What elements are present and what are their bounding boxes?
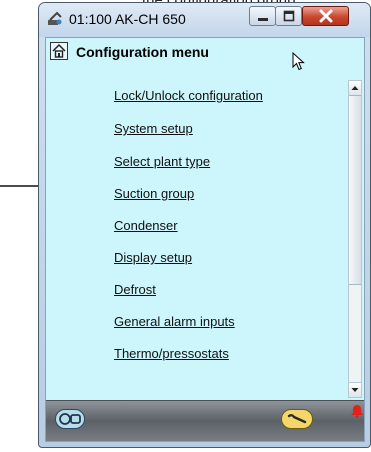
wrench-icon bbox=[287, 414, 307, 424]
close-button[interactable] bbox=[302, 6, 349, 26]
maximize-icon bbox=[283, 10, 294, 22]
menu-header: Configuration menu bbox=[46, 38, 364, 71]
menu-item-lock-unlock-configuration[interactable]: Lock/Unlock configuration bbox=[114, 88, 263, 103]
menu-item-condenser[interactable]: Condenser bbox=[114, 218, 178, 233]
view-button[interactable] bbox=[55, 409, 85, 429]
vertical-scrollbar[interactable] bbox=[348, 80, 362, 398]
page-title: Configuration menu bbox=[76, 44, 209, 60]
scroll-thumb[interactable] bbox=[349, 95, 361, 286]
minimize-button[interactable] bbox=[249, 6, 276, 26]
bottom-toolbar bbox=[46, 400, 364, 441]
minimize-icon bbox=[257, 18, 268, 21]
scroll-up-arrow-icon bbox=[351, 86, 359, 90]
menu-item-defrost[interactable]: Defrost bbox=[114, 282, 156, 297]
maximize-button[interactable] bbox=[275, 6, 302, 26]
tools-button[interactable] bbox=[281, 409, 313, 429]
menu-item-suction-group[interactable]: Suction group bbox=[114, 186, 194, 201]
home-button[interactable] bbox=[50, 42, 68, 60]
menu-item-general-alarm-inputs[interactable]: General alarm inputs bbox=[114, 314, 235, 329]
app-window: 01:100 AK-CH 650 Configuration menu Lock… bbox=[38, 2, 371, 448]
scroll-down-arrow-icon bbox=[351, 388, 359, 392]
scroll-down-button[interactable] bbox=[349, 382, 361, 397]
close-icon bbox=[319, 9, 332, 23]
menu-item-thermo-pressostats[interactable]: Thermo/pressostats bbox=[114, 346, 229, 361]
scroll-up-button[interactable] bbox=[349, 81, 361, 96]
goggles-icon bbox=[59, 413, 81, 425]
scroll-track[interactable] bbox=[349, 95, 361, 383]
window-titlebar[interactable]: 01:100 AK-CH 650 bbox=[39, 3, 370, 37]
alarm-bell-icon[interactable] bbox=[350, 404, 364, 418]
client-area: Configuration menu Lock/Unlock configura… bbox=[45, 37, 365, 442]
mouse-cursor-icon bbox=[292, 52, 305, 71]
menu-item-system-setup[interactable]: System setup bbox=[114, 121, 193, 136]
page: the configuration group. 01:100 AK-CH 65… bbox=[0, 0, 371, 452]
menu-item-select-plant-type[interactable]: Select plant type bbox=[114, 154, 210, 169]
configuration-menu: Lock/Unlock configuration System setup S… bbox=[46, 70, 346, 395]
menu-item-display-setup[interactable]: Display setup bbox=[114, 250, 192, 265]
app-icon bbox=[48, 11, 62, 25]
home-icon bbox=[52, 43, 66, 58]
window-title: 01:100 AK-CH 650 bbox=[69, 11, 186, 27]
